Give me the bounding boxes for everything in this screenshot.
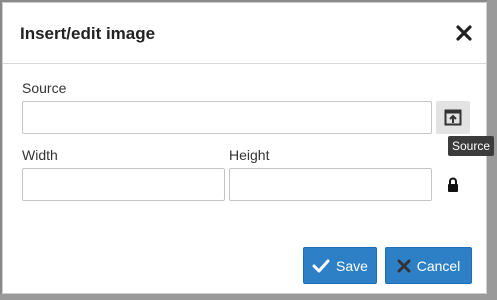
browse-image-icon — [444, 109, 462, 125]
height-input[interactable] — [229, 168, 432, 201]
browse-image-button[interactable] — [436, 101, 470, 134]
source-input[interactable] — [22, 101, 432, 134]
width-label: Width — [22, 147, 58, 163]
width-input[interactable] — [22, 168, 225, 201]
height-label: Height — [229, 147, 270, 163]
save-button[interactable]: Save — [303, 247, 377, 284]
cancel-label: Cancel — [416, 257, 461, 274]
close-icon[interactable] — [454, 23, 474, 43]
browse-tooltip: Source — [448, 136, 495, 156]
dialog-header: Insert/edit image — [3, 3, 486, 64]
save-label: Save — [336, 257, 368, 274]
source-label: Source — [22, 80, 67, 96]
cancel-button[interactable]: Cancel — [385, 247, 472, 284]
cross-icon — [397, 259, 411, 272]
lock-icon[interactable] — [447, 177, 459, 193]
checkmark-icon — [312, 259, 330, 272]
insert-image-dialog: Insert/edit image Source Source Width He… — [2, 2, 495, 294]
dialog-title: Insert/edit image — [20, 24, 156, 43]
backdrop-bottom-edge — [0, 294, 497, 300]
